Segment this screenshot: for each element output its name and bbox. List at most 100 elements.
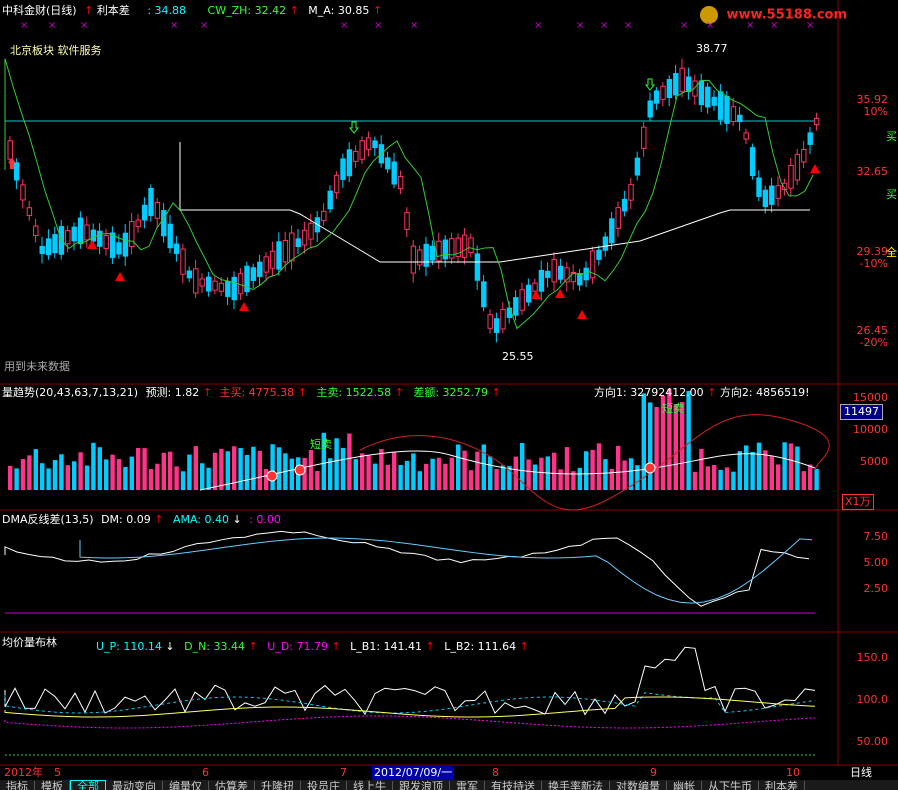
candle-body xyxy=(474,253,481,281)
dma-title[interactable]: DMA反线差(13,5) xyxy=(2,513,94,526)
candle-body xyxy=(77,217,84,245)
candle-body xyxy=(500,308,506,330)
indicator-tab[interactable]: 模板 xyxy=(35,781,70,790)
up-arrow-icon: ↑ xyxy=(331,640,341,653)
up-arrow-icon: ↑ xyxy=(394,386,404,399)
candle-body xyxy=(519,289,525,311)
volume-bar xyxy=(635,465,640,490)
volume-bar xyxy=(72,461,77,490)
candle-body xyxy=(583,267,589,281)
volume-bar xyxy=(353,459,358,490)
indicator-tab[interactable]: 有技持送 xyxy=(485,781,542,790)
volume-bar xyxy=(276,447,282,490)
indicator-tab[interactable]: 雷军 xyxy=(450,781,485,790)
volume-bar xyxy=(712,464,717,490)
volume-bar xyxy=(750,451,755,490)
volume-bar xyxy=(622,460,627,490)
candle-body xyxy=(506,307,513,319)
x-marker: × xyxy=(80,20,88,31)
volume-bar xyxy=(200,463,205,490)
candle-body xyxy=(813,118,820,126)
candle-body xyxy=(493,318,500,333)
x-marker: × xyxy=(410,20,418,31)
candle-body xyxy=(135,219,141,228)
dma-lines xyxy=(4,530,813,607)
candle-body xyxy=(333,174,340,194)
volume-bar xyxy=(251,446,256,490)
candle-body xyxy=(276,241,282,270)
volume-bar xyxy=(97,447,102,490)
ama-line xyxy=(79,537,813,604)
candle-body xyxy=(410,245,417,274)
indicator-tab[interactable]: 全部 xyxy=(70,780,106,790)
candle-body xyxy=(199,278,205,287)
volume-bar xyxy=(78,452,83,490)
volume-bar xyxy=(8,465,13,490)
volume-bar xyxy=(174,466,179,490)
volume-bar xyxy=(808,464,813,490)
volume-bar xyxy=(40,463,45,490)
candle-body xyxy=(90,229,97,242)
x-marker: × xyxy=(624,20,632,31)
indicator-tab[interactable]: 指标 xyxy=(0,781,35,790)
volume-bar xyxy=(20,459,26,490)
volume-bar xyxy=(116,459,122,490)
volume-bar xyxy=(46,468,51,490)
indicator-tab[interactable]: 编量仅 xyxy=(163,781,209,790)
x-marker: × xyxy=(20,20,28,31)
indicator-tab[interactable]: 最动变向 xyxy=(106,781,163,790)
dma-header: DMA反线差(13,5) DM: 0.09 ↑ AMA: 0.40 ↓ : 0.… xyxy=(2,513,281,527)
indicator-tab[interactable]: 跟发浪顶 xyxy=(393,781,450,790)
volume-bar xyxy=(705,466,710,490)
x-marker: × xyxy=(576,20,584,31)
indicator-tab[interactable]: 线上牛 xyxy=(347,781,393,790)
volume-bar xyxy=(558,469,563,490)
boll-title[interactable]: 均价量布林 xyxy=(2,636,57,649)
x-marker: × xyxy=(706,20,714,31)
volume-bar xyxy=(539,457,544,490)
indicator-tab[interactable]: 幽帐 xyxy=(667,781,702,790)
ama-value: AMA: 0.40 xyxy=(172,513,229,526)
volume-bar xyxy=(104,459,109,490)
volume-bar xyxy=(59,454,64,490)
indicator-tab[interactable]: 升隆扭 xyxy=(255,781,301,790)
buy-arrow-icon xyxy=(644,78,656,91)
candle-body xyxy=(122,232,129,257)
x-marker: × xyxy=(200,20,208,31)
candle-body xyxy=(13,162,20,181)
indicator-tab[interactable]: 换手率新法 xyxy=(542,781,610,790)
forecast-value: 预测: 1.82 xyxy=(145,386,200,399)
main-sell-value: 主卖: 1522.58 xyxy=(316,386,392,399)
lb1-value: L_B1: 141.41 xyxy=(350,640,423,653)
candle-body xyxy=(551,258,557,283)
boll-header: 均价量布林 xyxy=(2,636,57,650)
volume-bar xyxy=(737,451,742,490)
volume-bar xyxy=(456,444,461,490)
indicator-tab[interactable]: 对数编量 xyxy=(610,781,667,790)
indicator-tab[interactable]: 从下牛币 xyxy=(702,781,759,790)
candle-body xyxy=(301,229,308,246)
side-letter-1: 买 xyxy=(886,130,897,143)
indicator-tab[interactable]: 利本差 xyxy=(759,781,805,790)
indicator-tab[interactable]: 估算差 xyxy=(209,781,255,790)
volume-bar xyxy=(609,468,614,490)
boll-tick-2: 100.0 xyxy=(856,693,889,706)
candle-body xyxy=(52,234,58,254)
period-label[interactable]: 日线 xyxy=(850,766,872,780)
candle-body xyxy=(225,280,231,297)
candle-body xyxy=(775,185,781,199)
volume-bar xyxy=(328,458,333,490)
candle-body xyxy=(129,221,135,247)
volume-bar xyxy=(168,451,173,490)
volume-bar xyxy=(673,404,678,490)
x-marker: × xyxy=(534,20,542,31)
volume-bar xyxy=(27,455,32,490)
boll-ud-line xyxy=(4,715,816,729)
candle-body xyxy=(346,149,353,177)
volume-title[interactable]: 量趋势(20,43,63,7,13,21) xyxy=(2,386,138,399)
candle-body xyxy=(218,282,225,292)
vol-tick-3: 5000 xyxy=(860,455,888,468)
indicator-tab[interactable]: 投员庄 xyxy=(301,781,347,790)
volume-bar xyxy=(641,393,646,490)
volume-bar xyxy=(161,452,166,490)
